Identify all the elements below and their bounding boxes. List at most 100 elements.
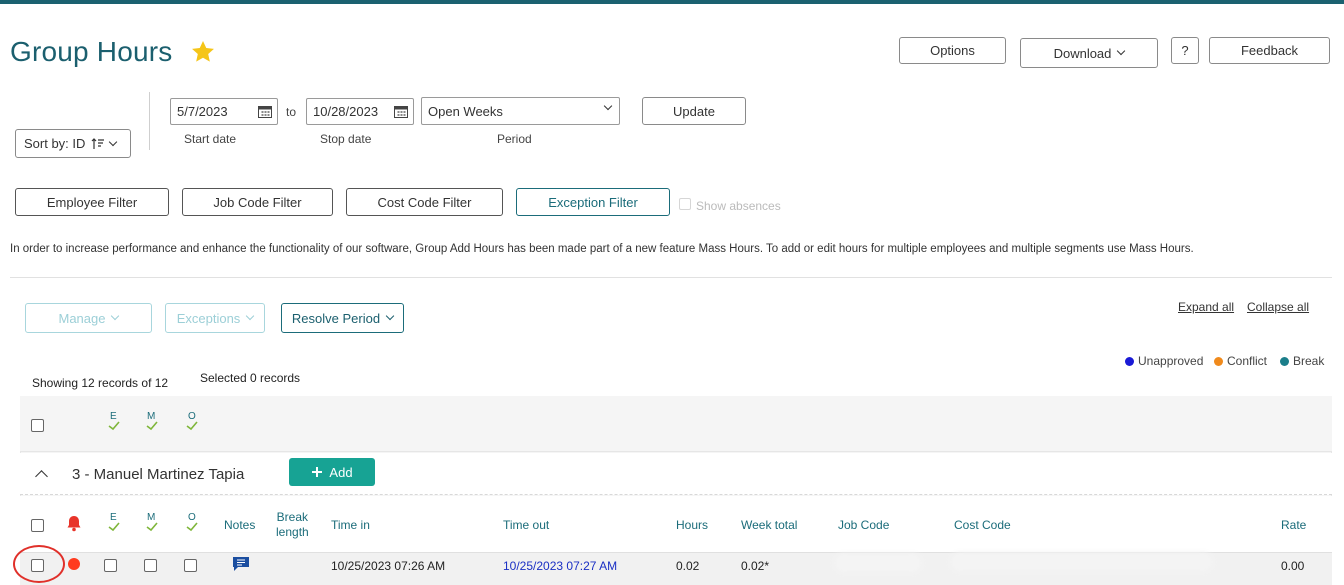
select-all-checkbox[interactable]: [31, 419, 44, 432]
download-button[interactable]: Download: [1020, 38, 1158, 68]
download-label: Download: [1053, 45, 1112, 61]
job-code-column-header[interactable]: Job Code: [838, 518, 889, 532]
approve-check-icon[interactable]: [107, 515, 121, 533]
selected-count: Selected 0 records: [200, 371, 301, 385]
sort-dropdown[interactable]: Sort by: ID: [15, 129, 131, 158]
redacted-cost-code: [954, 556, 1209, 568]
stop-date-value: 10/28/2023: [313, 104, 379, 119]
chevron-down-icon: [603, 101, 613, 111]
rate-column-header[interactable]: Rate: [1281, 518, 1306, 532]
row-time-out[interactable]: 10/25/2023 07:27 AM: [503, 559, 617, 573]
row-approve-e-checkbox[interactable]: [104, 559, 117, 572]
manage-label: Manage: [58, 310, 106, 326]
hours-column-header[interactable]: Hours: [676, 518, 708, 532]
unapproved-dot-icon: [1125, 356, 1134, 366]
chevron-down-icon: [111, 311, 120, 321]
notes-column-header: Notes: [224, 518, 256, 532]
favorite-star-icon[interactable]: [190, 39, 216, 65]
legend-label: Break: [1293, 354, 1325, 368]
approve-check-icon[interactable]: [145, 515, 159, 533]
calendar-icon[interactable]: [258, 105, 272, 118]
approve-check-icon[interactable]: [185, 515, 199, 533]
resolve-period-label: Resolve Period: [291, 310, 381, 326]
time-out-column-header[interactable]: Time out: [503, 518, 549, 532]
exception-filter-label: Exception Filter: [548, 194, 638, 210]
exceptions-button[interactable]: Exceptions: [165, 303, 265, 333]
help-button[interactable]: ?: [1171, 37, 1199, 64]
row-rate: 0.00: [1281, 559, 1305, 573]
top-accent-bar: [0, 0, 1344, 4]
period-select[interactable]: Open Weeks: [421, 97, 620, 125]
feedback-label: Feedback: [1240, 43, 1299, 58]
legend-break: Break: [1280, 354, 1324, 368]
plus-icon: [312, 467, 323, 477]
highlight-circle-annotation: [13, 545, 65, 583]
mass-hours-notice: In order to increase performance and enh…: [10, 243, 1194, 255]
row-hours: 0.02: [676, 559, 700, 573]
select-employee-checkbox[interactable]: [31, 519, 44, 532]
break-header-line1: Break: [276, 510, 309, 524]
table-master-header: [20, 396, 1332, 452]
period-label: Period: [497, 132, 532, 146]
records-count: Showing 12 records of 12: [32, 376, 169, 390]
cost-code-filter-button[interactable]: Cost Code Filter: [346, 188, 503, 216]
legend-label: Conflict: [1227, 354, 1268, 368]
start-date-value: 5/7/2023: [177, 104, 228, 119]
bell-icon: [67, 516, 81, 532]
show-absences-label: Show absences: [696, 199, 781, 213]
conflict-dot-icon: [1214, 356, 1223, 366]
options-label: Options: [930, 43, 975, 58]
exceptions-label: Exceptions: [176, 310, 241, 326]
row-time-in[interactable]: 10/25/2023 07:26 AM: [331, 559, 445, 573]
update-button[interactable]: Update: [642, 97, 746, 125]
legend-label: Unapproved: [1138, 354, 1204, 368]
employee-filter-label: Employee Filter: [46, 194, 138, 210]
chevron-down-icon: [109, 137, 118, 146]
cost-code-column-header[interactable]: Cost Code: [954, 518, 1011, 532]
collapse-all-link[interactable]: Collapse all: [1247, 300, 1309, 314]
week-total-column-header[interactable]: Week total: [741, 518, 797, 532]
break-length-column-header: Break length: [276, 510, 309, 540]
employee-filter-button[interactable]: Employee Filter: [15, 188, 169, 216]
exception-filter-button[interactable]: Exception Filter: [516, 188, 670, 216]
page-title: Group Hours: [10, 36, 173, 67]
start-date-label: Start date: [184, 132, 237, 146]
approve-check-icon: [146, 421, 158, 431]
row-week-total: 0.02*: [741, 559, 770, 573]
options-button[interactable]: Options: [899, 37, 1006, 64]
notes-icon[interactable]: [232, 556, 250, 572]
to-label: to: [286, 105, 297, 119]
redacted-job-code: [838, 557, 918, 569]
job-code-filter-button[interactable]: Job Code Filter: [182, 188, 333, 216]
legend-conflict: Conflict: [1214, 354, 1267, 368]
vertical-divider: [149, 92, 150, 150]
chevron-down-icon: [246, 311, 255, 321]
break-header-line2: length: [276, 525, 309, 539]
feedback-button[interactable]: Feedback: [1209, 37, 1330, 64]
approve-check-icon: [108, 421, 120, 431]
sort-label: Sort by: ID: [24, 136, 86, 151]
approve-check-icon: [186, 421, 198, 431]
period-value: Open Weeks: [428, 103, 503, 119]
legend-unapproved: Unapproved: [1125, 354, 1203, 368]
chevron-down-icon: [1117, 46, 1126, 56]
section-divider: [10, 277, 1332, 278]
stop-date-label: Stop date: [320, 132, 372, 146]
help-label: ?: [1181, 43, 1189, 58]
sort-icon: [91, 137, 105, 149]
show-absences-checkbox[interactable]: [679, 198, 691, 210]
manage-button[interactable]: Manage: [25, 303, 152, 333]
cost-code-filter-label: Cost Code Filter: [377, 194, 472, 210]
row-approve-m-checkbox[interactable]: [144, 559, 157, 572]
add-hours-button[interactable]: Add: [289, 458, 375, 486]
chevron-down-icon: [385, 311, 395, 321]
expand-all-link[interactable]: Expand all: [1178, 300, 1234, 314]
break-dot-icon: [1280, 356, 1289, 366]
calendar-icon[interactable]: [394, 105, 408, 118]
resolve-period-button[interactable]: Resolve Period: [281, 303, 404, 333]
job-code-filter-label: Job Code Filter: [213, 194, 302, 210]
update-label: Update: [673, 103, 715, 119]
row-approve-o-checkbox[interactable]: [184, 559, 197, 572]
add-label: Add: [329, 464, 353, 480]
time-in-column-header[interactable]: Time in: [331, 518, 370, 532]
